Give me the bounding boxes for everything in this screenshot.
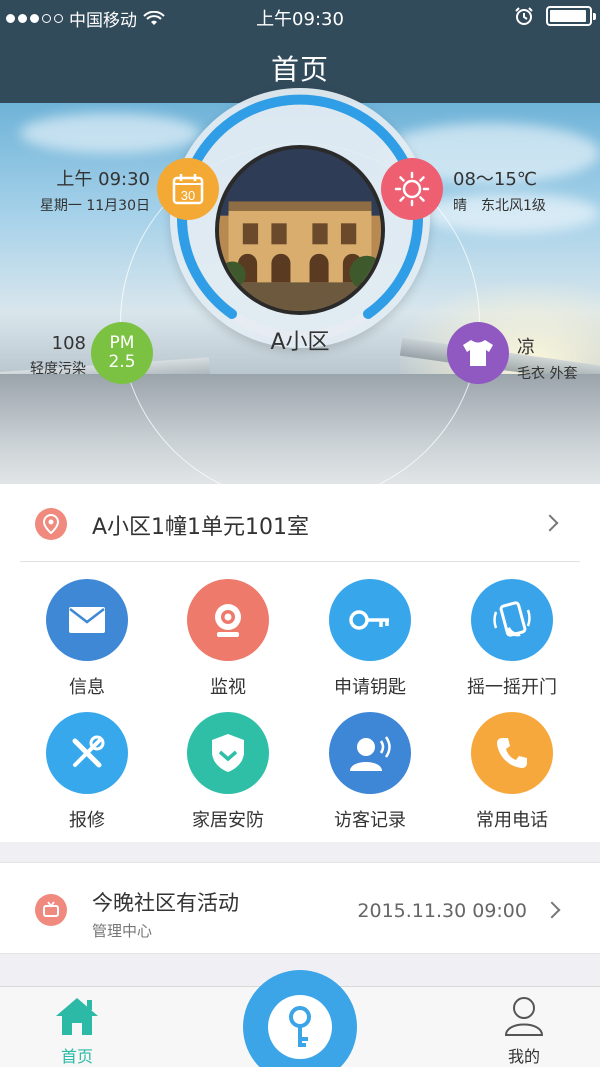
chevron-right-icon	[543, 901, 561, 919]
sun-icon	[381, 158, 443, 220]
clothing-block: 凉 毛衣 外套	[517, 333, 577, 383]
hero-time: 上午 09:30	[56, 169, 150, 190]
home-icon	[27, 995, 127, 1037]
page-title: 首页	[270, 53, 329, 86]
grid-item-messages[interactable]: 信息	[12, 562, 162, 698]
calendar-day: 30	[181, 188, 195, 203]
chevron-right-icon	[541, 514, 559, 532]
status-time: 上午09:30	[256, 9, 344, 30]
address-row[interactable]: A小区1幢1单元101室	[0, 484, 600, 562]
clothing-index: 凉	[517, 337, 535, 358]
grid-item-repair[interactable]: 报修	[12, 695, 162, 831]
event-source: 管理中心	[92, 922, 153, 940]
hero-date: 星期一 11月30日	[39, 198, 150, 214]
pm25-icon: PM 2.5	[91, 322, 153, 384]
community-photo	[215, 145, 385, 315]
key-icon	[329, 579, 411, 661]
tools-icon	[46, 712, 128, 794]
tab-mine[interactable]: 我的	[474, 995, 574, 1067]
event-title: 今晚社区有活动	[92, 891, 239, 915]
grid-item-visitor-log[interactable]: 访客记录	[295, 695, 445, 831]
shake-phone-icon	[471, 579, 553, 661]
tab-mine-label: 我的	[507, 1047, 540, 1066]
user-icon	[474, 995, 574, 1037]
pm-label: PM	[109, 333, 135, 353]
community-name: A小区	[270, 330, 330, 355]
clothing-tip: 毛衣 外套	[517, 366, 578, 382]
grid-item-monitor[interactable]: 监视	[153, 562, 303, 698]
grid-item-apply-key[interactable]: 申请钥匙	[295, 562, 445, 698]
event-datetime: 2015.11.30 09:00	[357, 900, 527, 922]
tshirt-icon	[447, 322, 509, 384]
tv-icon	[35, 894, 67, 926]
temperature: 08～15℃	[453, 169, 538, 190]
calendar-icon: 30	[157, 158, 219, 220]
location-pin-icon	[35, 508, 67, 540]
aqi-level: 轻度污染	[30, 361, 86, 377]
grid-label: 家居安防	[192, 810, 264, 831]
pm-value: 2.5	[108, 352, 136, 372]
status-bar: 中国移动 上午09:30	[0, 0, 600, 34]
grid-label: 报修	[69, 810, 105, 831]
grid-item-home-security[interactable]: 家居安防	[153, 695, 303, 831]
grid-label: 访客记录	[334, 810, 406, 831]
aqi-block: 108 轻度污染	[20, 333, 86, 378]
datetime-block: 上午 09:30 星期一 11月30日	[28, 165, 150, 215]
tab-home-label: 首页	[60, 1047, 93, 1066]
grid-label: 常用电话	[476, 810, 548, 831]
visitor-icon	[329, 712, 411, 794]
service-grid: 信息 监视 申请钥匙 摇一摇开门 报修 家居安防 访客记录 常用电话	[0, 562, 600, 842]
tab-home[interactable]: 首页	[27, 995, 127, 1067]
phone-icon	[471, 712, 553, 794]
event-card[interactable]: 今晚社区有活动 管理中心 2015.11.30 09:00	[0, 862, 600, 954]
grid-item-phone[interactable]: 常用电话	[437, 695, 587, 831]
weather-desc: 晴 东北风1级	[453, 198, 546, 214]
aqi-value: 108	[51, 333, 86, 354]
mail-icon	[46, 579, 128, 661]
key-icon	[268, 995, 332, 1059]
alarm-icon	[515, 7, 533, 25]
weather-block: 08～15℃ 晴 东北风1级	[453, 165, 546, 215]
camera-icon	[187, 579, 269, 661]
unlock-key-button[interactable]	[243, 970, 357, 1067]
battery-icon	[546, 6, 596, 26]
address-text: A小区1幢1单元101室	[92, 515, 310, 540]
grid-item-shake-open[interactable]: 摇一摇开门	[437, 562, 587, 698]
shield-icon	[187, 712, 269, 794]
